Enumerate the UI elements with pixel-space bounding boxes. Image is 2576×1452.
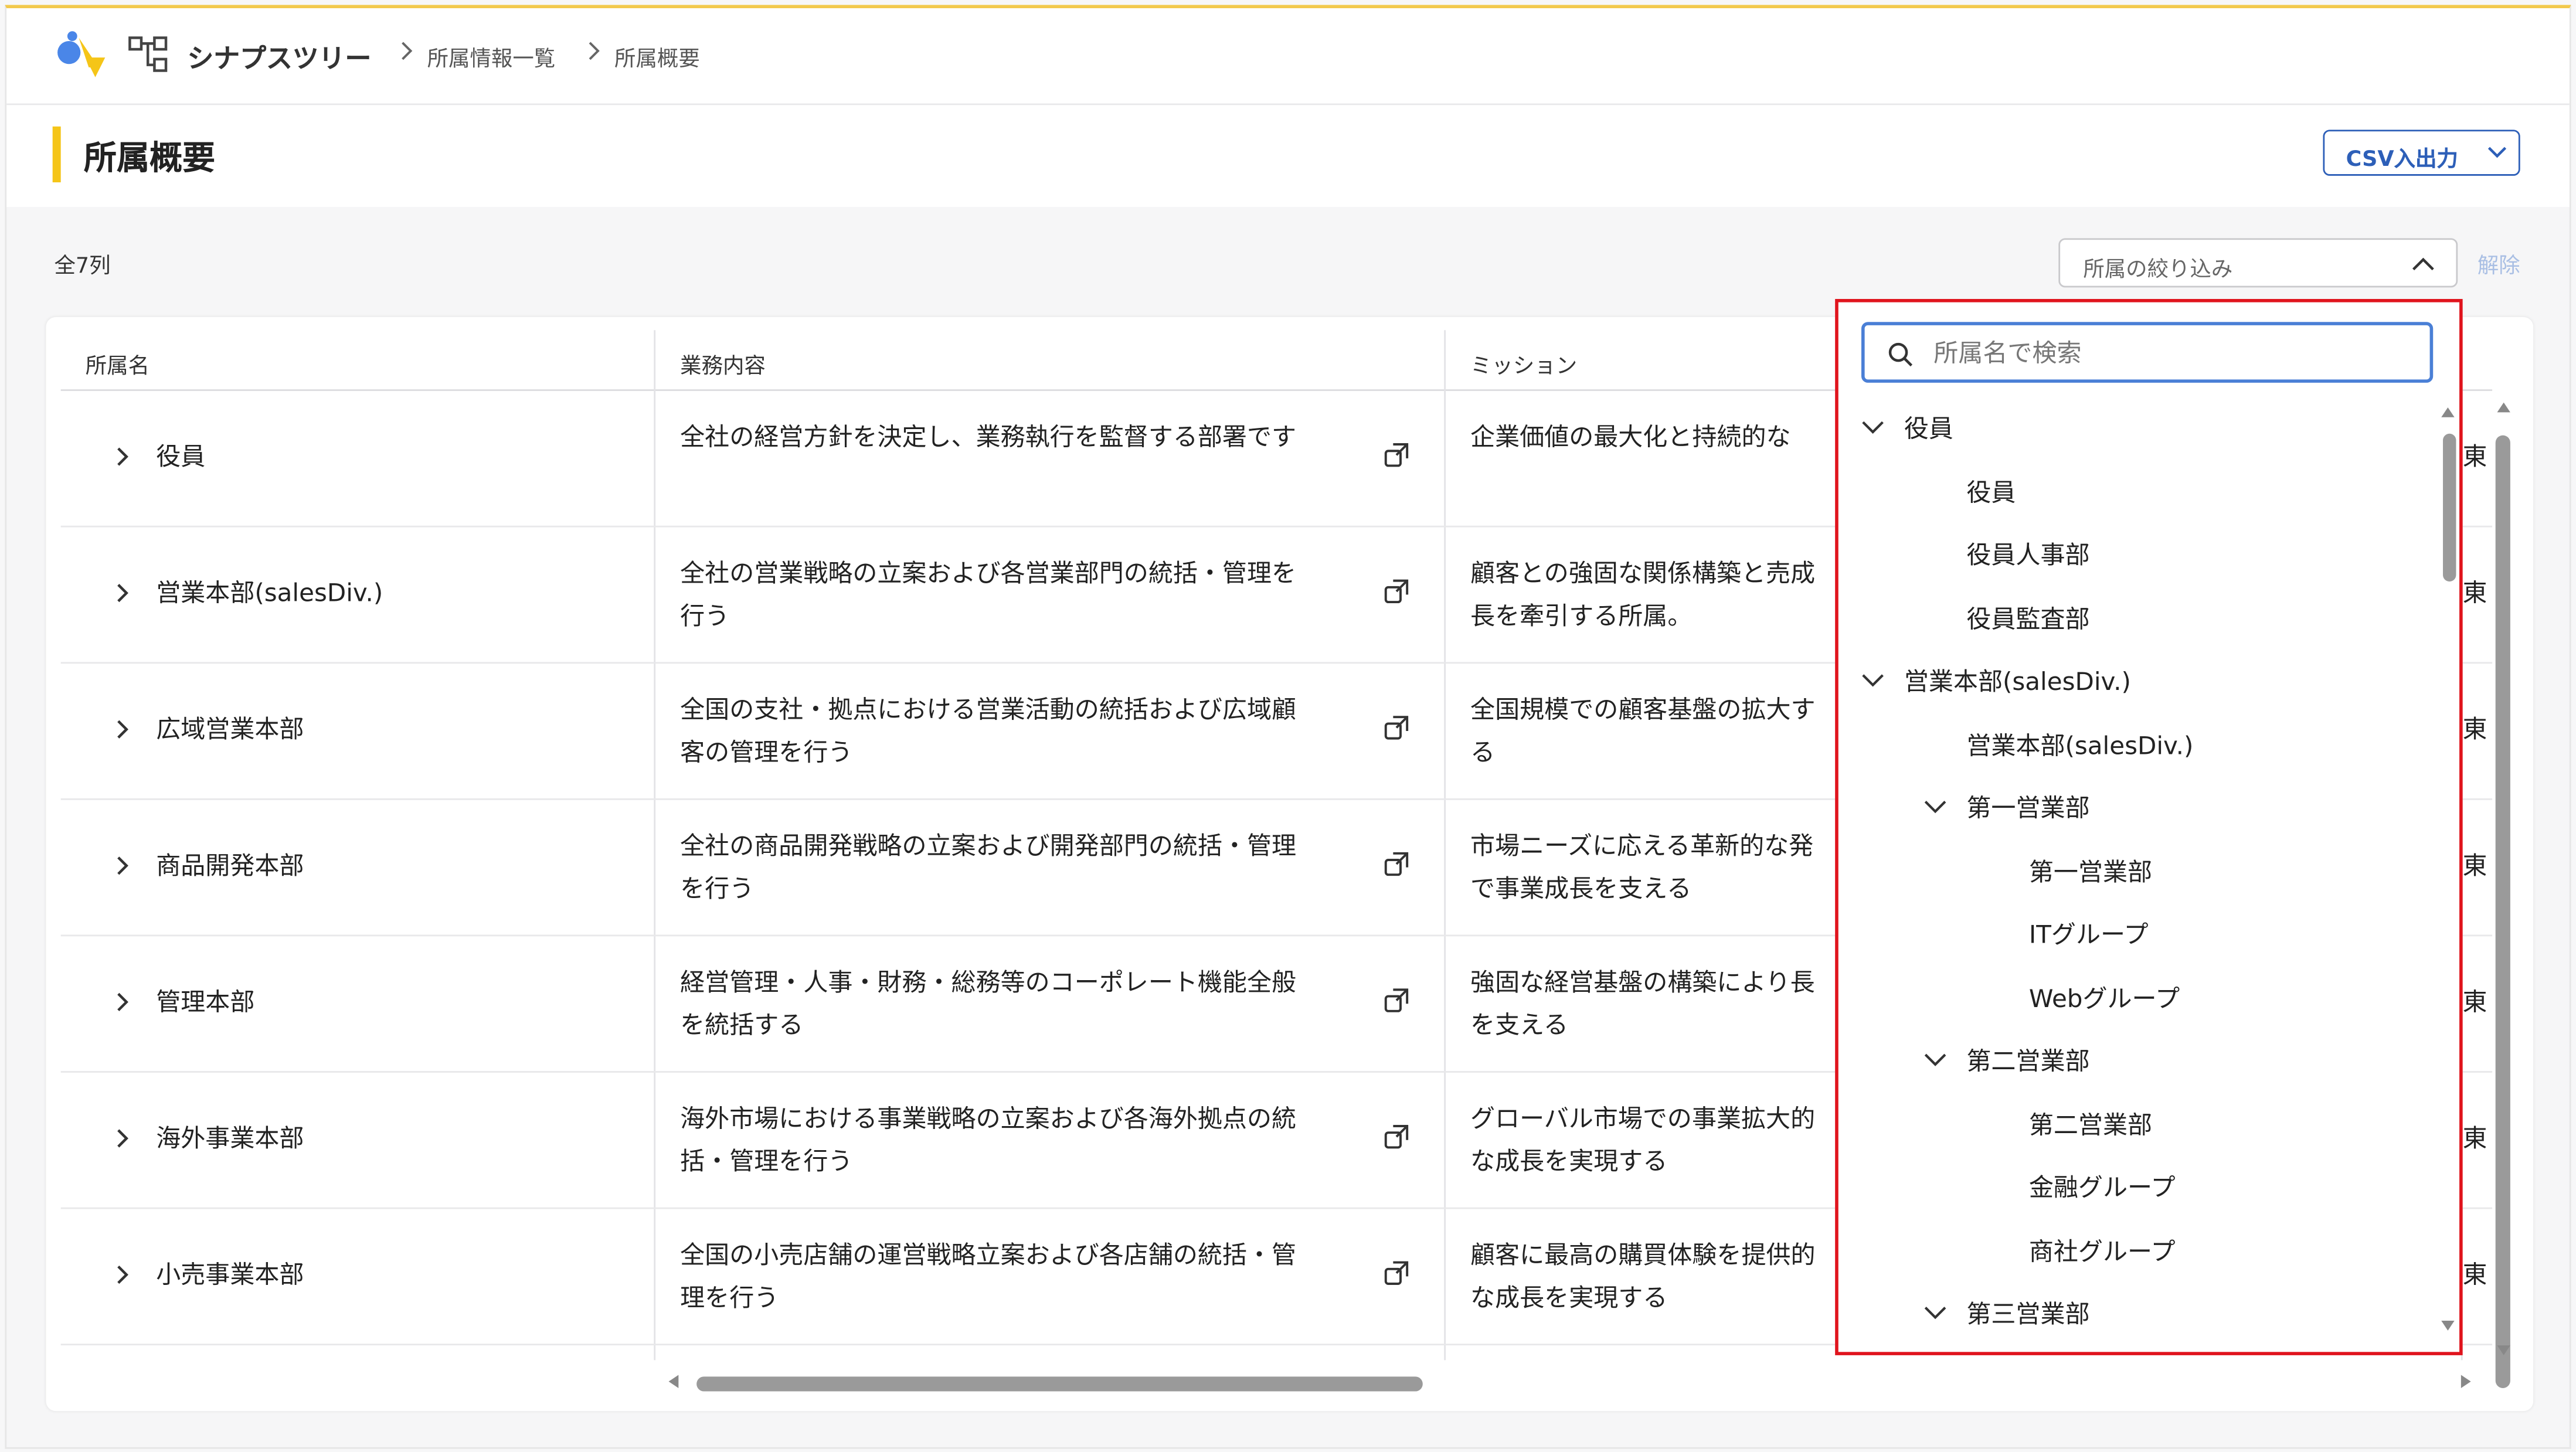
scroll-down-icon[interactable]	[2497, 1345, 2510, 1355]
tree-node-label: ITグループ	[2028, 920, 2149, 950]
csv-io-button[interactable]: CSV入出力	[2323, 130, 2520, 176]
tree-node-label: 第二営業部	[2028, 1109, 2153, 1140]
external-link-icon[interactable]	[1384, 1124, 1410, 1150]
chevron-down-icon[interactable]	[1861, 674, 1884, 688]
app-brand[interactable]: シナプスツリー	[187, 36, 371, 76]
chevron-right-icon[interactable]	[113, 718, 130, 741]
scroll-right-icon[interactable]	[2461, 1375, 2471, 1388]
org-next-column-cell: 東	[2462, 987, 2486, 1017]
org-description: 経営管理・人事・財務・総務等のコーポレート機能全般を統括する	[680, 967, 1297, 1040]
org-search-input[interactable]	[1930, 332, 2414, 375]
external-link-icon[interactable]	[1384, 715, 1410, 741]
chevron-right-icon[interactable]	[113, 1263, 130, 1286]
tree-node-label: 営業本部(salesDiv.)	[1904, 667, 2131, 697]
chevron-down-icon[interactable]	[1923, 1306, 1946, 1321]
tree-node-label: 第三営業部	[1966, 1299, 2090, 1329]
org-description: 全国の支社・拠点における営業活動の統括および広域顧客の管理を行う	[680, 695, 1297, 767]
org-mission: グローバル市場での事業拡大的な成長を実現する	[1470, 1104, 1816, 1176]
tree-node-label: 役員	[1904, 414, 1953, 444]
org-name[interactable]: 営業本部(salesDiv.)	[156, 575, 383, 610]
scroll-down-icon[interactable]	[2441, 1321, 2455, 1331]
breadcrumb-org-list[interactable]: 所属情報一覧	[427, 41, 556, 72]
tree-node-label: 役員監査部	[1966, 603, 2090, 634]
chevron-right-icon[interactable]	[113, 582, 130, 604]
org-filter-select[interactable]: 所属の絞り込み	[2058, 238, 2458, 288]
breadcrumb-current: 所属概要	[614, 47, 700, 73]
org-name[interactable]: 小売事業本部	[156, 1257, 304, 1291]
column-header-name[interactable]: 所属名	[86, 348, 149, 379]
org-description: 全社の経営方針を決定し、業務執行を監督する部署です	[680, 422, 1297, 452]
org-description: 全社の営業戦略の立案および各営業部門の統括・管理を行う	[680, 558, 1297, 631]
external-link-icon[interactable]	[1384, 442, 1410, 468]
row-count: 全7列	[54, 254, 111, 280]
org-next-column-cell: 東	[2462, 578, 2486, 608]
column-header-mission[interactable]: ミッション	[1470, 348, 1577, 379]
org-description: 全社の商品開発戦略の立案および開発部門の統括・管理を行う	[680, 831, 1297, 904]
org-name[interactable]: 商品開発本部	[156, 848, 304, 882]
org-next-column-cell: 東	[2462, 1260, 2486, 1290]
org-name[interactable]: 役員	[156, 438, 205, 473]
tree-node-label: 営業本部(salesDiv.)	[1966, 730, 2194, 760]
scroll-up-icon[interactable]	[2441, 407, 2455, 417]
search-icon	[1888, 342, 1913, 367]
org-tree-icon	[128, 36, 168, 72]
org-name[interactable]: 広域営業本部	[156, 711, 304, 746]
org-next-column-cell: 東	[2462, 441, 2486, 472]
tree-node-label: 第一営業部	[1966, 793, 2090, 823]
title-accent-bar	[52, 126, 61, 183]
vertical-scroll-thumb[interactable]	[2495, 435, 2510, 1388]
chevron-right-icon[interactable]	[113, 854, 130, 877]
app-frame: シナプスツリー 所属情報一覧 所属概要 所属概要 CSV入出力 全7列 所属の絞…	[5, 5, 2571, 1449]
chevron-up-icon	[2412, 257, 2434, 271]
org-name[interactable]: 管理本部	[156, 984, 254, 1019]
tree-node-label: 第一営業部	[2028, 856, 2153, 886]
chevron-down-icon[interactable]	[1923, 800, 1946, 815]
org-description: 海外市場における事業戦略の立案および各海外拠点の統括・管理を行う	[680, 1104, 1297, 1176]
tree-node-label: 役員	[1966, 477, 2016, 507]
app-window: シナプスツリー 所属情報一覧 所属概要 所属概要 CSV入出力 全7列 所属の絞…	[0, 0, 2576, 1452]
chevron-down-icon	[2487, 147, 2507, 158]
horizontal-scroll-thumb[interactable]	[696, 1376, 1423, 1392]
org-mission: 企業価値の最大化と持続的な	[1470, 422, 1791, 452]
org-mission: 顧客との強固な関係構築と売成長を牽引する所属。	[1470, 558, 1816, 631]
org-search-box[interactable]	[1861, 322, 2434, 383]
org-next-column-cell: 東	[2462, 851, 2486, 881]
chevron-right-icon	[589, 42, 600, 60]
chevron-right-icon	[402, 42, 413, 60]
csv-io-label: CSV入出力	[2346, 148, 2458, 173]
scroll-left-icon[interactable]	[668, 1375, 679, 1388]
page-title: 所属概要	[83, 138, 216, 178]
dropdown-scroll-thumb[interactable]	[2443, 433, 2456, 582]
app-logo-icon[interactable]	[49, 25, 115, 84]
tree-node-label: 金融グループ	[2028, 1172, 2176, 1203]
clear-filter-link[interactable]: 解除	[2478, 248, 2520, 279]
external-link-icon[interactable]	[1384, 851, 1410, 878]
top-bar: シナプスツリー 所属情報一覧 所属概要	[6, 8, 2570, 106]
tree-node-label: 第二営業部	[1966, 1046, 2090, 1076]
org-mission: 市場ニーズに応える革新的な発で事業成長を支える	[1470, 831, 1814, 904]
scroll-up-icon[interactable]	[2497, 402, 2510, 413]
chevron-right-icon[interactable]	[113, 1127, 130, 1150]
org-mission: 顧客に最高の購買体験を提供的な成長を実現する	[1470, 1240, 1816, 1313]
org-mission: 全国規模での顧客基盤の拡大する	[1470, 695, 1816, 767]
org-filter-label: 所属の絞り込み	[2083, 257, 2233, 283]
page-header: 所属概要 CSV入出力	[6, 105, 2570, 208]
org-mission: 強固な経営基盤の構築により長を支える	[1470, 967, 1815, 1040]
chevron-right-icon[interactable]	[113, 991, 130, 1014]
external-link-icon[interactable]	[1384, 578, 1410, 604]
org-description: 全国の小売店舗の運営戦略立案および各店舗の統括・管理を行う	[680, 1240, 1297, 1313]
external-link-icon[interactable]	[1384, 1260, 1410, 1286]
org-next-column-cell: 東	[2462, 1123, 2486, 1154]
org-next-column-cell: 東	[2462, 715, 2486, 744]
chevron-right-icon[interactable]	[113, 445, 130, 468]
tree-node-label: 役員人事部	[1966, 540, 2090, 570]
external-link-icon[interactable]	[1384, 987, 1410, 1014]
tree-node-label: Webグループ	[2028, 983, 2180, 1013]
column-header-desc[interactable]: 業務内容	[680, 348, 766, 379]
org-filter-dropdown: 役員役員役員人事部役員監査部営業本部(salesDiv.)営業本部(salesD…	[1835, 299, 2463, 1355]
org-name[interactable]: 海外事業本部	[156, 1120, 304, 1155]
chevron-down-icon[interactable]	[1861, 420, 1884, 435]
chevron-down-icon[interactable]	[1923, 1053, 1946, 1067]
tree-node-label: 商社グループ	[2028, 1236, 2176, 1266]
